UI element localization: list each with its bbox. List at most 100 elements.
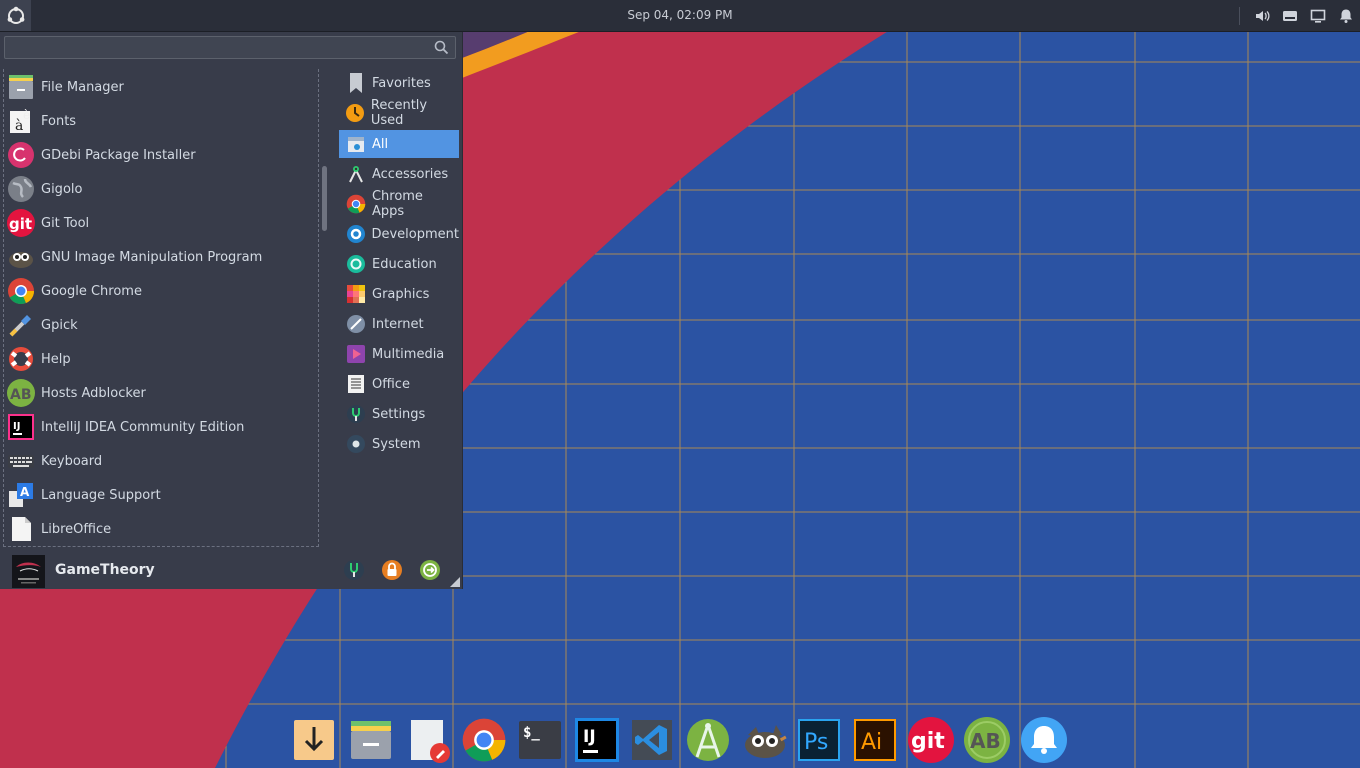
lock-screen-button[interactable] (381, 559, 403, 581)
app-list-scrollbar[interactable] (322, 69, 328, 547)
category-label: Development (371, 226, 459, 242)
dock-item-terminal[interactable]: $_ (516, 716, 564, 764)
app-label: Hosts Adblocker (41, 385, 146, 401)
list-item-gigolo[interactable]: Gigolo (6, 172, 316, 206)
category-label: Settings (372, 406, 426, 422)
gigolo-icon (6, 174, 36, 204)
svg-text:AB: AB (10, 387, 32, 403)
category-multimedia[interactable]: Multimedia (339, 340, 459, 368)
category-chrome-apps[interactable]: Chrome Apps (339, 189, 459, 219)
applications-menu-button[interactable] (0, 0, 31, 31)
list-item-gimp[interactable]: GNU Image Manipulation Program (6, 240, 316, 274)
list-item-fonts[interactable]: àè Fonts (6, 104, 316, 138)
notifications-icon (1021, 717, 1067, 763)
whisker-menu: File Manager àè Fonts GDebi Package Inst… (0, 31, 463, 589)
category-graphics[interactable]: Graphics (339, 280, 459, 308)
dock-item-photoshop[interactable]: Ps (795, 716, 843, 764)
category-label: System (372, 436, 421, 452)
system-tray (1239, 0, 1354, 31)
notification-bell-icon[interactable] (1338, 8, 1354, 24)
search-icon[interactable] (434, 40, 449, 55)
username: GameTheory (55, 562, 155, 578)
chrome-icon (345, 193, 367, 215)
education-icon (345, 253, 367, 275)
app-label: Help (41, 351, 71, 367)
list-item-libreoffice[interactable]: LibreOffice (6, 512, 316, 546)
recent-icon (345, 102, 366, 124)
tray-separator (1239, 6, 1240, 25)
drive-icon[interactable] (1282, 8, 1298, 24)
development-icon (345, 223, 366, 245)
dock-item-gimp[interactable] (741, 716, 789, 764)
settings-button[interactable] (343, 559, 365, 581)
app-label: GDebi Package Installer (41, 147, 196, 163)
system-icon (345, 433, 367, 455)
scrollbar-thumb[interactable] (322, 166, 327, 231)
app-label: IntelliJ IDEA Community Edition (41, 419, 245, 435)
git-icon: git (6, 208, 36, 238)
app-label: Keyboard (41, 453, 103, 469)
list-item-keyboard[interactable]: Keyboard (6, 444, 316, 478)
gimp-icon (745, 725, 787, 758)
category-label: Multimedia (372, 346, 445, 362)
svg-text:IJ: IJ (13, 421, 20, 432)
file-manager-icon (6, 72, 36, 102)
list-item-gdebi[interactable]: GDebi Package Installer (6, 138, 316, 172)
chrome-icon (6, 276, 36, 306)
help-icon (6, 344, 36, 374)
volume-icon[interactable] (1254, 8, 1270, 24)
log-out-button[interactable] (419, 559, 441, 581)
dock-item-notifications[interactable] (1020, 716, 1068, 764)
dock-item-vscode[interactable] (628, 716, 676, 764)
dock-item-intellij[interactable]: IJ (573, 716, 621, 764)
dock-item-chrome[interactable] (460, 716, 508, 764)
category-system[interactable]: System (339, 430, 459, 458)
category-label: Favorites (372, 75, 431, 91)
app-label: Git Tool (41, 215, 90, 231)
vscode-icon (632, 720, 672, 760)
category-education[interactable]: Education (339, 250, 459, 278)
category-all[interactable]: All (339, 130, 459, 158)
display-icon[interactable] (1310, 8, 1326, 24)
list-item-gpick[interactable]: Gpick (6, 308, 316, 342)
illustrator-logo-text: Ai (861, 730, 882, 755)
accessories-icon (345, 163, 367, 185)
category-office[interactable]: Office (339, 370, 459, 398)
category-internet[interactable]: Internet (339, 310, 459, 338)
category-accessories[interactable]: Accessories (339, 160, 459, 188)
dock-item-android-studio[interactable] (684, 716, 732, 764)
category-settings[interactable]: Settings (339, 400, 459, 428)
terminal-prompt: $_ (523, 725, 540, 741)
avatar[interactable] (12, 555, 45, 588)
list-item-help[interactable]: Help (6, 342, 316, 376)
chrome-icon (462, 718, 506, 762)
list-item-language-support[interactable]: A Language Support (6, 478, 316, 512)
category-label: All (372, 136, 389, 152)
category-label: Graphics (372, 286, 430, 302)
svg-text:è: è (23, 108, 30, 122)
search-box[interactable] (4, 36, 456, 59)
search-input[interactable] (9, 39, 433, 58)
category-development[interactable]: Development (339, 220, 459, 248)
app-label: Gigolo (41, 181, 83, 197)
clock[interactable]: Sep 04, 02:09 PM (580, 0, 780, 31)
category-favorites[interactable]: Favorites (339, 69, 459, 97)
list-item-file-manager[interactable]: File Manager (6, 70, 316, 104)
dock-item-downloads[interactable] (290, 716, 338, 764)
resize-grip-icon[interactable] (450, 577, 460, 587)
category-recently-used[interactable]: Recently Used (339, 98, 459, 128)
list-item-hosts-adblocker[interactable]: AB Hosts Adblocker (6, 376, 316, 410)
category-label: Chrome Apps (371, 189, 423, 219)
user-row: GameTheory (0, 552, 462, 589)
adblocker-icon: AB (964, 717, 1010, 763)
dock-item-file-manager[interactable] (347, 716, 395, 764)
list-item-git-tool[interactable]: git Git Tool (6, 206, 316, 240)
dock-item-hosts-adblocker[interactable]: AB (963, 716, 1011, 764)
list-item-google-chrome[interactable]: Google Chrome (6, 274, 316, 308)
dock-item-text-editor[interactable] (404, 716, 452, 764)
app-label: Gpick (41, 317, 78, 333)
dock-item-illustrator[interactable]: Ai (851, 716, 899, 764)
list-item-intellij[interactable]: IJ IntelliJ IDEA Community Edition (6, 410, 316, 444)
log-out-icon (420, 560, 440, 580)
dock-item-git[interactable]: git (907, 716, 955, 764)
